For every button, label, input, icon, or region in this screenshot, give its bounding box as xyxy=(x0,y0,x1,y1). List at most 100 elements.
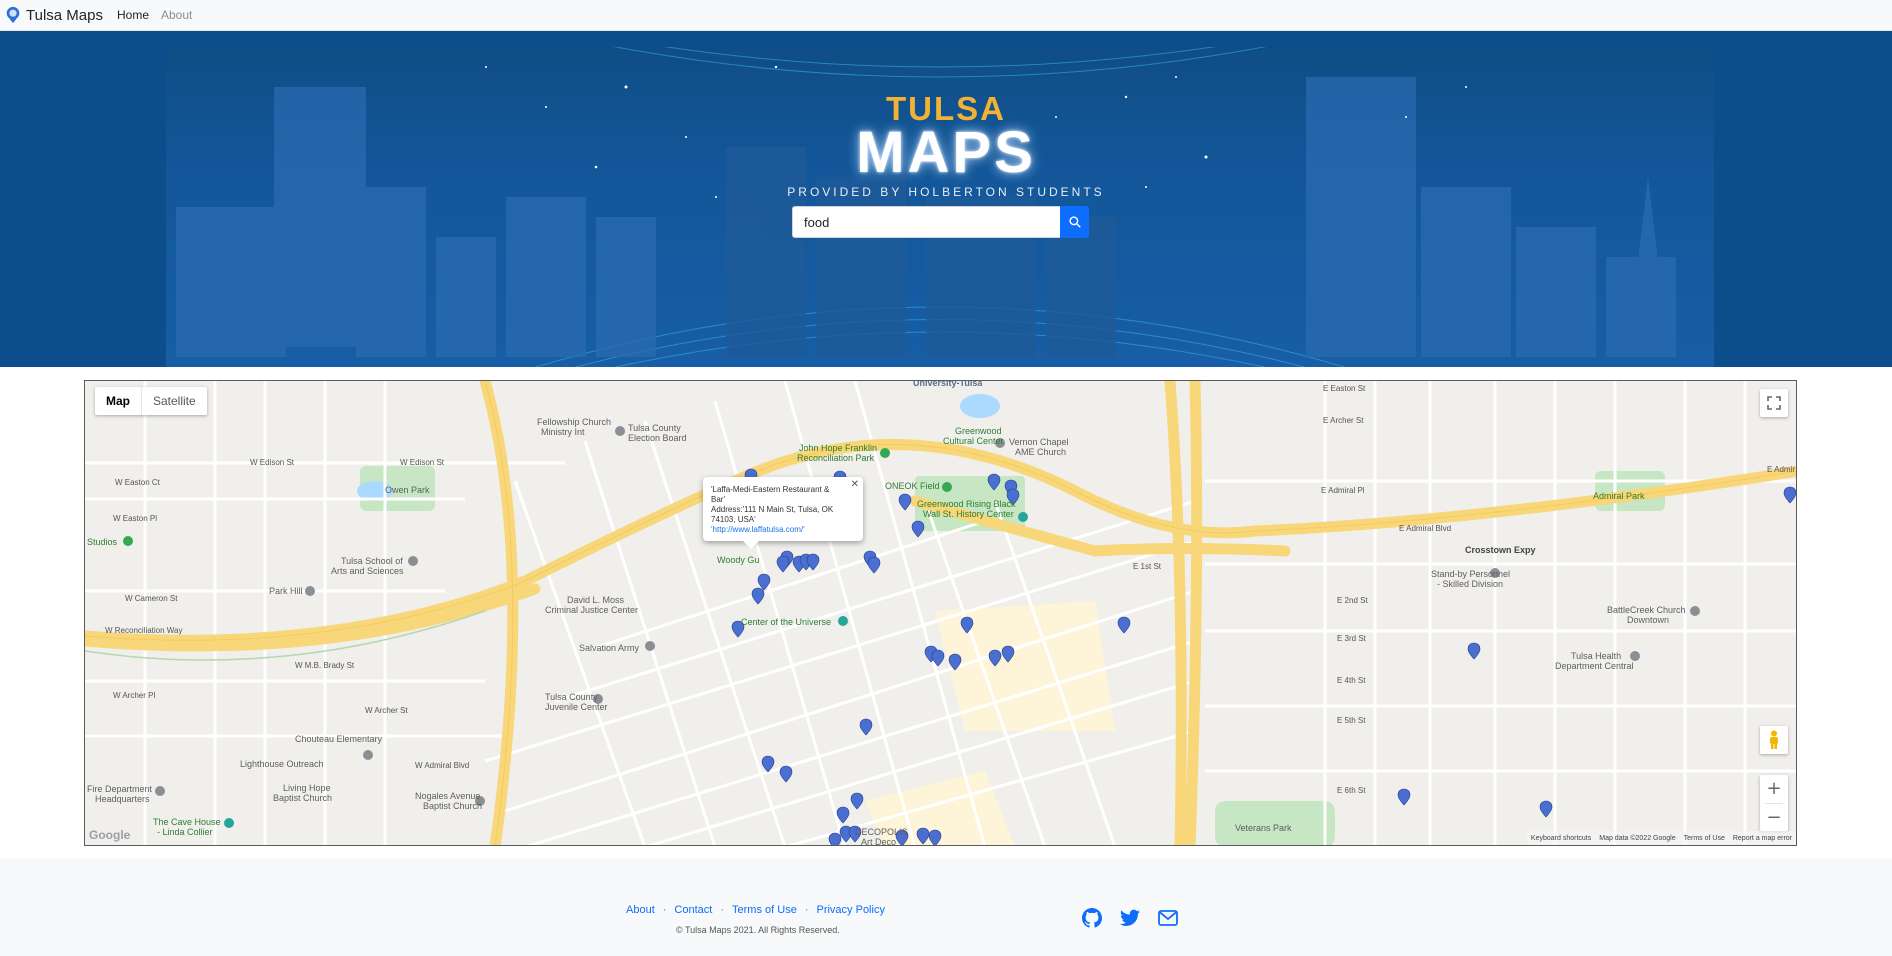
road-e-4th: E 4th St xyxy=(1337,676,1366,685)
map-label-fellowship: Fellowship Church xyxy=(537,417,612,427)
map-label-lighthouse: Lighthouse Outreach xyxy=(240,759,324,769)
email-icon xyxy=(1158,910,1178,926)
search-button[interactable] xyxy=(1060,206,1089,238)
hero-title: TULSA MAPS PROVIDED BY HOLBERTON STUDENT… xyxy=(0,91,1892,200)
email-link[interactable] xyxy=(1158,908,1178,928)
map-label-battlecreek2: Downtown xyxy=(1627,615,1670,625)
nav-link-home[interactable]: Home xyxy=(117,8,149,22)
hero-title-maps: MAPS xyxy=(856,120,1036,185)
road-e-archer: E Archer St xyxy=(1323,416,1364,425)
twitter-icon xyxy=(1120,909,1140,926)
map-label-vernon2: AME Church xyxy=(1015,447,1067,457)
map-label-nogales2: Baptist Church xyxy=(423,801,483,811)
map-type-map-button[interactable]: Map xyxy=(95,387,141,415)
map-type-satellite-button[interactable]: Satellite xyxy=(141,387,207,415)
map-label-greenwood-rising: Greenwood Rising Black xyxy=(917,499,1016,509)
map-label-fellowship2: Ministry Int xyxy=(541,427,585,437)
road-w-admiral: W Admiral Blvd xyxy=(415,761,470,770)
brand[interactable]: Tulsa Maps xyxy=(4,6,103,24)
footer-link-about[interactable]: About xyxy=(626,904,655,916)
road-w-edison: W Edison St xyxy=(250,458,295,467)
github-icon xyxy=(1082,908,1102,928)
search-bar xyxy=(792,206,1089,238)
road-w-cameron: W Cameron St xyxy=(125,594,178,603)
brand-logo-icon xyxy=(6,6,20,24)
map-label-moss: David L. Moss xyxy=(567,595,625,605)
zoom-out-button[interactable]: − xyxy=(1760,804,1788,832)
road-w-recon: W Reconciliation Way xyxy=(105,626,183,635)
map-label-oneok: ONEOK Field xyxy=(885,481,940,491)
map-label-salvation: Salvation Army xyxy=(579,643,640,653)
map-label-admiral-park: Admiral Park xyxy=(1593,491,1645,501)
navbar: Tulsa Maps Home About xyxy=(0,0,1892,31)
nav-link-about[interactable]: About xyxy=(161,8,192,22)
map-label-woody: Woody Gu xyxy=(717,555,760,565)
map-label-standby: Stand-by Personnel xyxy=(1431,569,1511,579)
map-label-election2: Election Board xyxy=(628,433,687,443)
map-label-owen-park: Owen Park xyxy=(385,485,430,495)
map-label-crosstown: Crosstown Expy xyxy=(1465,545,1536,555)
info-window-name-cont: Bar' xyxy=(711,495,725,504)
map-label-nogales: Nogales Avenue xyxy=(415,791,481,801)
google-map[interactable]: University-Tulsa Fellowship Church Minis… xyxy=(84,380,1797,846)
report-map-error-link[interactable]: Report a map error xyxy=(1729,835,1796,842)
footer-copyright: © Tulsa Maps 2021. All Rights Reserved. xyxy=(676,925,840,935)
fullscreen-icon xyxy=(1767,396,1781,410)
road-w-mb-brady: W M.B. Brady St xyxy=(295,661,355,670)
map-terms-link[interactable]: Terms of Use xyxy=(1680,835,1729,842)
street-view-pegman-button[interactable] xyxy=(1760,726,1788,754)
hero-banner: TULSA MAPS PROVIDED BY HOLBERTON STUDENT… xyxy=(0,31,1892,367)
road-w-archer-st: W Archer St xyxy=(365,706,408,715)
info-window-address-cont: 74103, USA' xyxy=(711,515,756,524)
footer-link-contact[interactable]: Contact xyxy=(674,904,712,916)
footer-link-privacy[interactable]: Privacy Policy xyxy=(816,904,884,916)
zoom-control: + − xyxy=(1760,775,1788,831)
info-window-address: Address:'111 N Main St, Tulsa, OK xyxy=(711,505,834,514)
google-logo[interactable]: Google xyxy=(89,828,130,842)
search-input[interactable] xyxy=(792,206,1060,238)
footer-link-terms[interactable]: Terms of Use xyxy=(732,904,797,916)
twitter-link[interactable] xyxy=(1120,908,1140,928)
map-label-greenwood-cc2: Cultural Center xyxy=(943,436,1004,446)
footer-links: About · Contact · Terms of Use · Privacy… xyxy=(626,904,885,916)
map-label-greenwood-cc: Greenwood xyxy=(955,426,1002,436)
map-label-juvenile: Tulsa County xyxy=(545,692,598,702)
page-footer: About · Contact · Terms of Use · Privacy… xyxy=(0,858,1892,956)
map-label-cave-house: The Cave House xyxy=(153,817,221,827)
map-label-chouteau: Chouteau Elementary xyxy=(295,734,383,744)
map-label-moss2: Criminal Justice Center xyxy=(545,605,639,615)
info-window-close-icon[interactable]: ✕ xyxy=(851,479,859,490)
map-label-cave-house2: - Linda Collier xyxy=(157,827,213,837)
map-info-window: ✕ 'Laffa-Medi-Eastern Restaurant & Bar' … xyxy=(703,477,863,549)
road-w-easton-pl: W Easton Pl xyxy=(113,514,158,523)
search-icon xyxy=(1068,216,1081,228)
map-label-decopolis2: Art Deco xyxy=(861,837,897,846)
footer-separator: · xyxy=(720,904,725,916)
map-label-living-hope: Living Hope xyxy=(283,783,331,793)
road-e-6th: E 6th St xyxy=(1337,786,1366,795)
keyboard-shortcuts-link[interactable]: Keyboard shortcuts xyxy=(1527,835,1595,842)
map-label-park-hill: Park Hill xyxy=(269,586,303,596)
info-window-link[interactable]: 'http://www.laffatulsa.com/' xyxy=(711,525,855,535)
road-e-2nd: E 2nd St xyxy=(1337,596,1368,605)
road-e-5th: E 5th St xyxy=(1337,716,1366,725)
github-link[interactable] xyxy=(1082,908,1102,928)
road-e-admiral-right: E Admir xyxy=(1767,465,1796,474)
map-label-standby2: - Skilled Division xyxy=(1437,579,1504,589)
fullscreen-button[interactable] xyxy=(1760,389,1788,417)
road-e-admiral-pl: E Admiral Pl xyxy=(1321,486,1365,495)
map-label-veterans: Veterans Park xyxy=(1235,823,1292,833)
map-label-school-arts2: Arts and Sciences xyxy=(331,566,404,576)
footer-separator: · xyxy=(662,904,667,916)
map-tiles[interactable] xyxy=(85,381,1797,846)
map-label-battlecreek: BattleCreek Church xyxy=(1607,605,1686,615)
road-e-1st: E 1st St xyxy=(1133,562,1162,571)
map-label-fire-dept2: Headquarters xyxy=(95,794,150,804)
road-w-edison2: W Edison St xyxy=(400,458,445,467)
zoom-in-button[interactable]: + xyxy=(1760,775,1788,803)
map-label-health-dept: Tulsa Health xyxy=(1571,651,1622,661)
footer-separator: · xyxy=(804,904,809,916)
map-label-health-dept2: Department Central xyxy=(1555,661,1634,671)
map-label-university: University-Tulsa xyxy=(913,380,983,388)
road-e-3rd: E 3rd St xyxy=(1337,634,1366,643)
